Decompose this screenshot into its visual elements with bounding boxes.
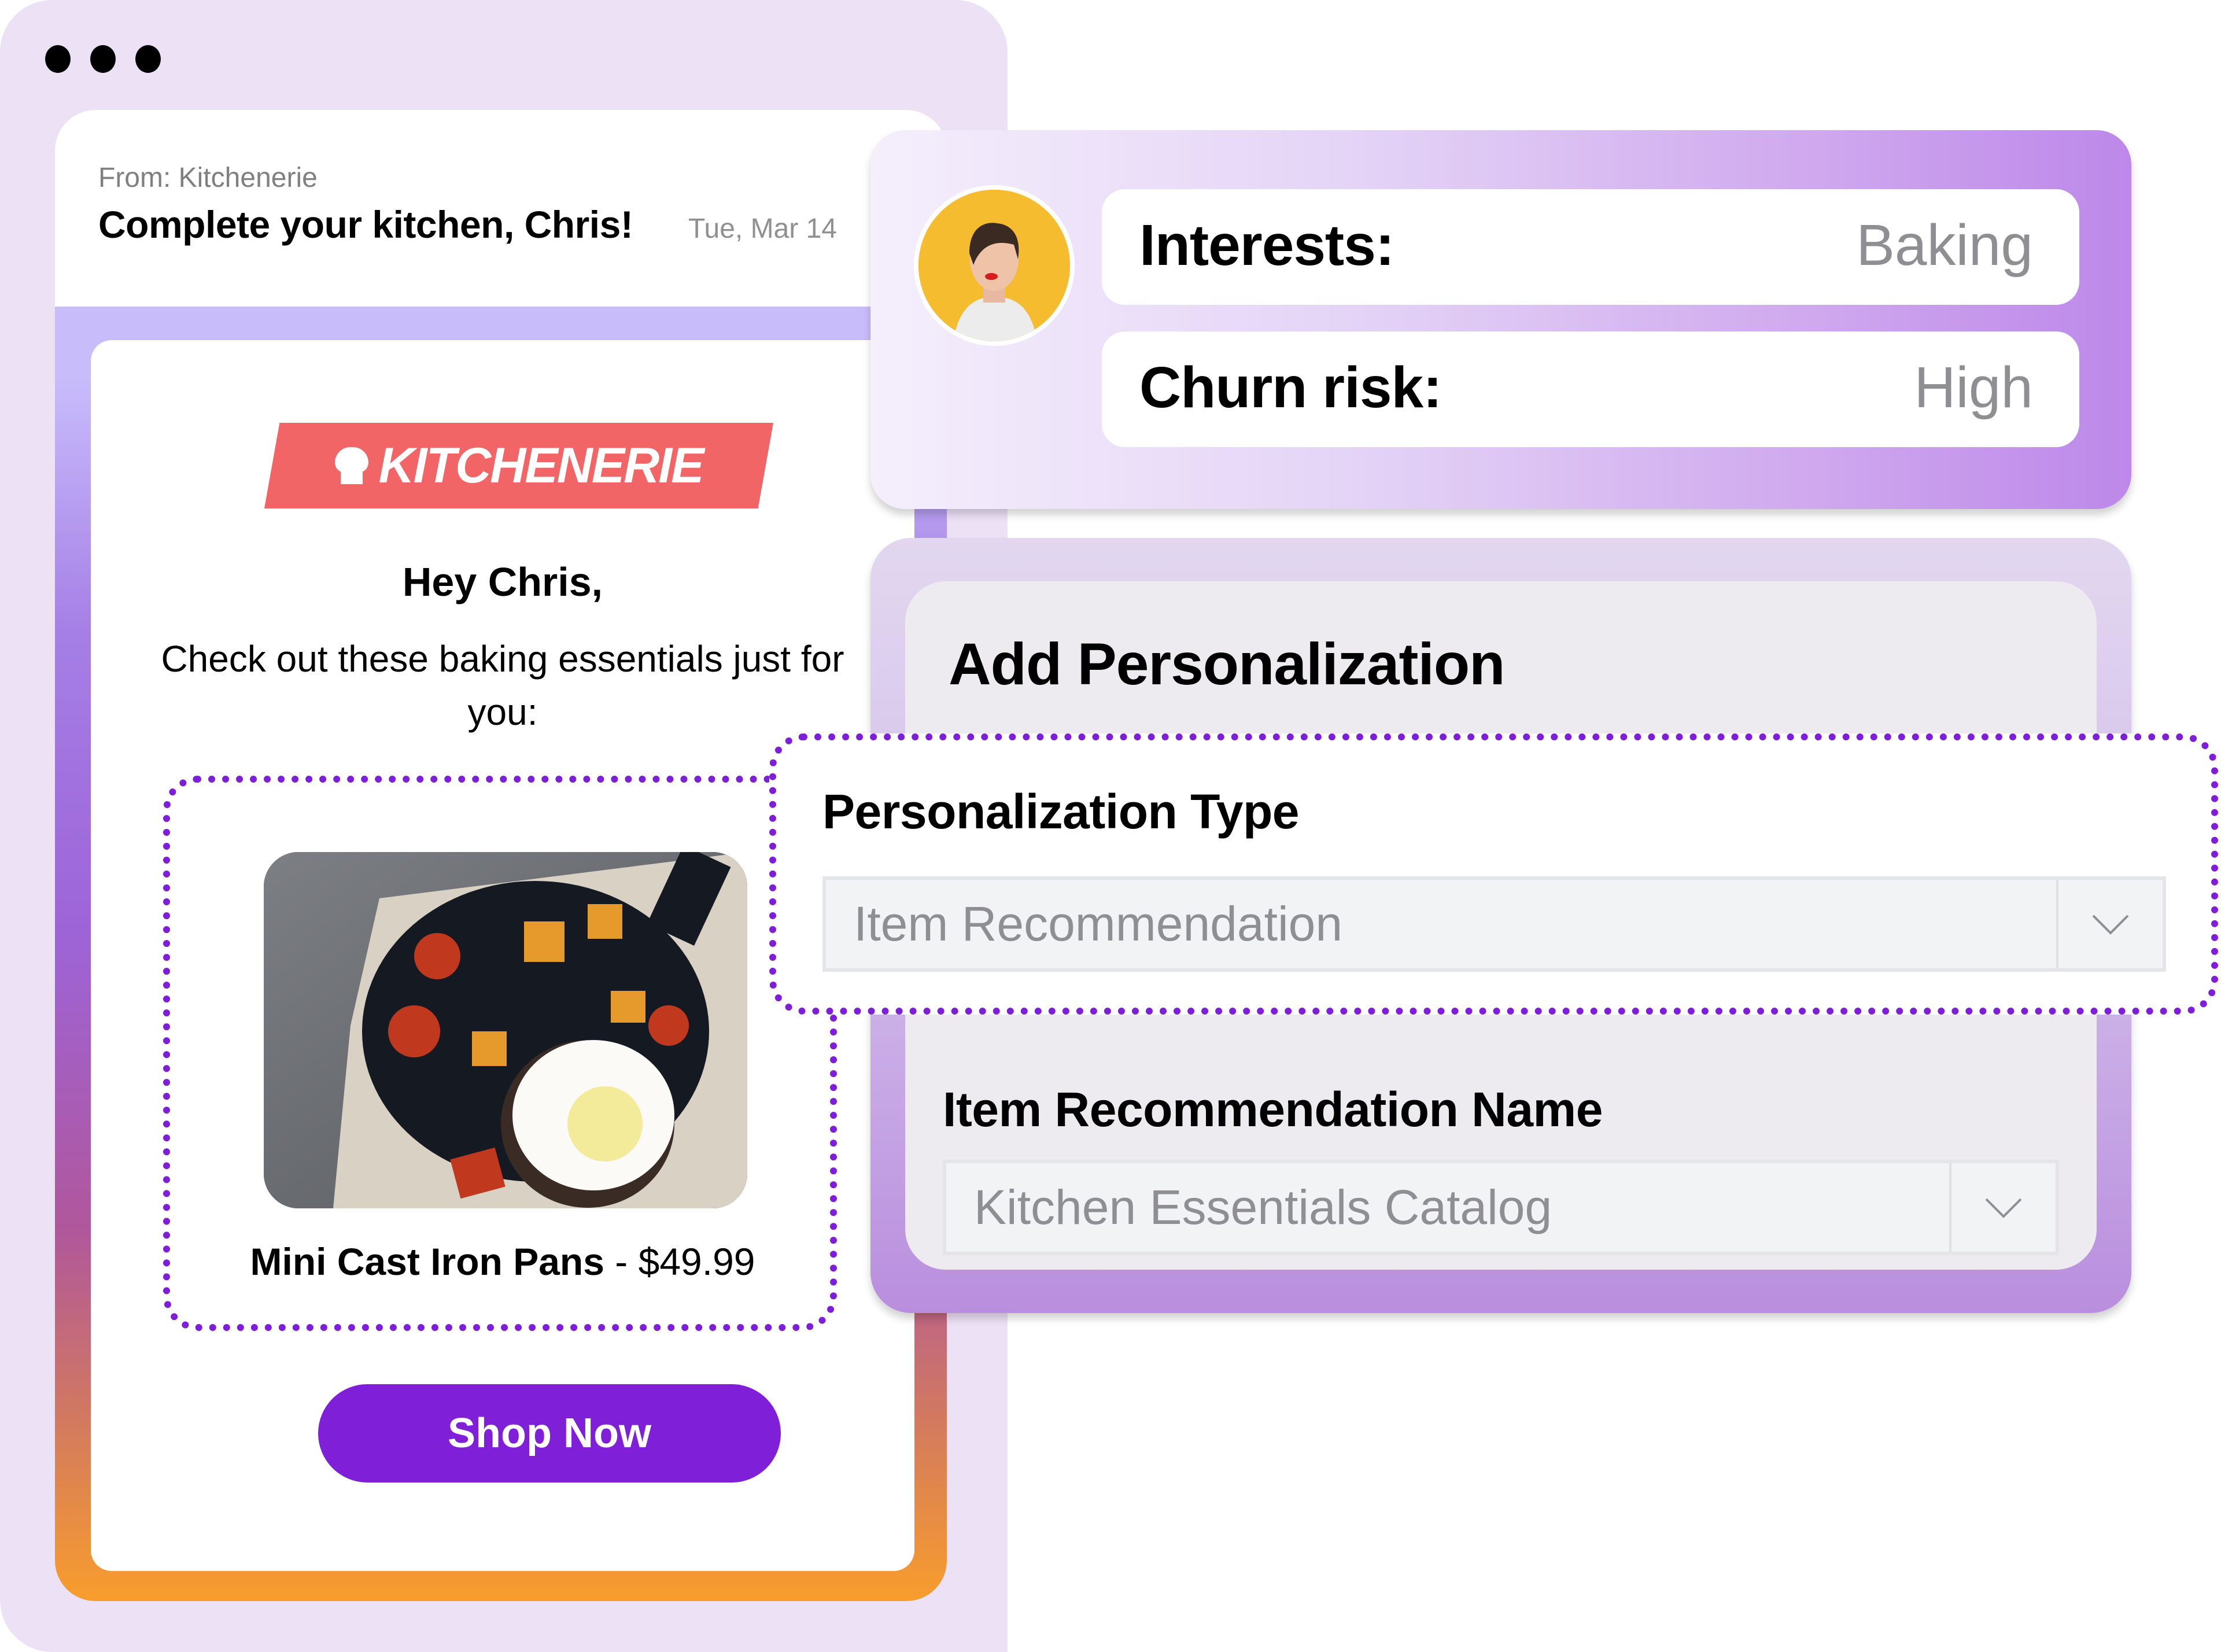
email-date: Tue, Mar 14 — [688, 213, 837, 244]
attribute-row-interests: Interests: Baking — [1102, 189, 2079, 305]
item-recommendation-name-select[interactable]: Kitchen Essentials Catalog — [943, 1160, 2059, 1255]
window-dot-icon — [45, 45, 71, 73]
attribute-label: Interests: — [1139, 213, 1394, 278]
window-dot-icon — [90, 45, 116, 73]
product-name: Mini Cast Iron Pans — [250, 1240, 604, 1283]
personalization-type-select[interactable]: Item Recommendation — [822, 876, 2166, 972]
select-value: Item Recommendation — [854, 897, 1343, 951]
attribute-value: High — [1914, 355, 2033, 420]
product-price: $49.99 — [638, 1240, 755, 1283]
brand-logo: KITCHENERIE — [264, 423, 773, 508]
product-separator: - — [604, 1240, 639, 1283]
avatar — [914, 185, 1075, 346]
chef-hat-icon — [334, 447, 368, 484]
email-intro: Check out these baking essentials just f… — [161, 638, 844, 733]
attribute-label: Churn risk: — [1139, 355, 1442, 420]
personalization-type-label: Personalization Type — [822, 784, 1299, 839]
personalization-type-highlight: Personalization Type Item Recommendation — [769, 733, 2218, 1015]
email-greeting: Hey Chris, — [402, 559, 603, 604]
select-value: Kitchen Essentials Catalog — [974, 1180, 1552, 1234]
chevron-down-icon[interactable] — [2056, 880, 2163, 968]
attribute-value: Baking — [1856, 213, 2033, 278]
avatar-photo — [918, 190, 1070, 341]
chevron-down-icon[interactable] — [1949, 1163, 2056, 1252]
customer-profile-card: Interests: Baking Churn risk: High — [870, 130, 2131, 509]
brand-logo-text: KITCHENERIE — [378, 437, 704, 493]
email-sender: From: Kitchenerie — [98, 163, 318, 193]
panel-title: Add Personalization — [949, 631, 1505, 697]
product-title: Mini Cast Iron Pans - $49.99 — [91, 1240, 914, 1284]
email-subject: Complete your kitchen, Chris! — [98, 203, 633, 246]
window-dot-icon — [135, 45, 161, 73]
attribute-row-churn-risk: Churn risk: High — [1102, 331, 2079, 447]
product-photo — [264, 852, 747, 1208]
email-header: From: Kitchenerie Complete your kitchen,… — [55, 110, 947, 307]
shop-now-button[interactable]: Shop Now — [318, 1384, 781, 1483]
product-image[interactable] — [264, 852, 747, 1208]
item-recommendation-name-label: Item Recommendation Name — [943, 1082, 1603, 1137]
